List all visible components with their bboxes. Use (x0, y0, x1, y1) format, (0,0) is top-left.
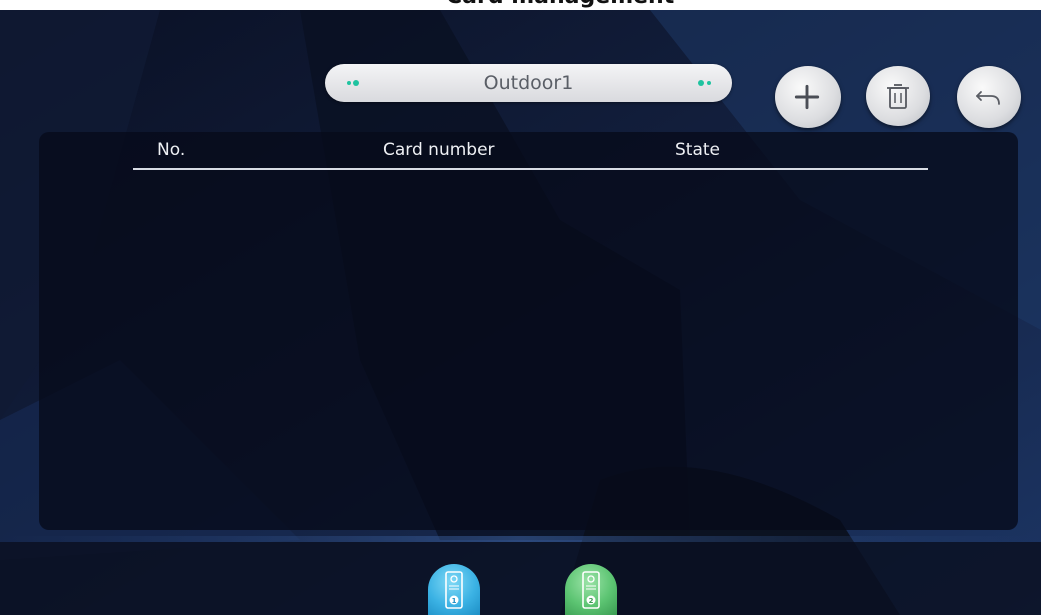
svg-text:2: 2 (589, 597, 594, 605)
svg-text:1: 1 (452, 597, 457, 605)
delete-card-button[interactable] (866, 66, 930, 126)
plus-icon (794, 84, 820, 110)
column-header-state: State (675, 140, 720, 160)
bottom-bar (0, 540, 1041, 615)
column-header-card-number: Card number (383, 140, 495, 160)
outdoor-2-tab[interactable]: 2 (565, 564, 617, 615)
add-card-button[interactable] (775, 66, 841, 128)
card-management-screen: Card management Outdoor1 (0, 0, 1041, 615)
back-button[interactable] (957, 66, 1021, 128)
card-table-panel: No. Card number State (39, 132, 1018, 530)
outdoor-selector[interactable]: Outdoor1 (325, 64, 732, 102)
column-header-no: No. (157, 140, 186, 160)
table-header: No. Card number State (133, 134, 928, 170)
outdoor-station-2-icon: 2 (582, 571, 600, 609)
page-title: Card management (446, 0, 674, 9)
outdoor-station-1-icon: 1 (445, 571, 463, 609)
title-bar: Card management (0, 0, 1041, 10)
trash-icon (887, 84, 909, 109)
outdoor-selector-label: Outdoor1 (483, 72, 574, 94)
back-arrow-icon (976, 91, 1000, 105)
double-chevron-right-icon[interactable] (692, 76, 716, 90)
outdoor-1-tab[interactable]: 1 (428, 564, 480, 615)
